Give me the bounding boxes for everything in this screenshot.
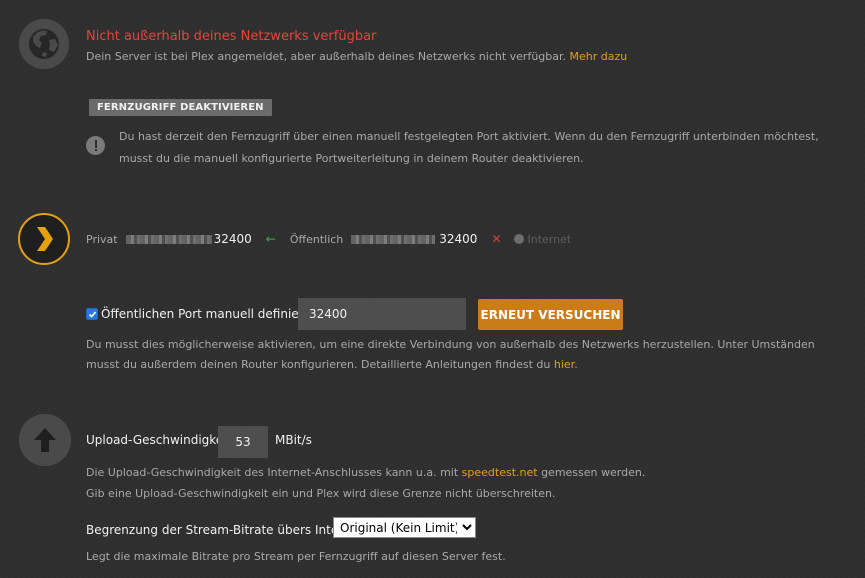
manual-port-label[interactable]: Öffentlichen Port manuell definieren — [101, 307, 318, 321]
bitrate-limit-label: Begrenzung der Stream-Bitrate übers Inte… — [86, 523, 363, 537]
manual-port-help-text: Du musst dies möglicherweise aktivieren,… — [86, 338, 815, 371]
remote-info-text: Du hast derzeit den Fernzugriff über ein… — [119, 130, 819, 165]
exclamation-icon — [86, 136, 105, 155]
manual-port-checkbox[interactable] — [86, 308, 98, 320]
manual-port-row: Öffentlichen Port manuell definieren — [86, 307, 318, 321]
upload-arrow-icon — [19, 414, 71, 466]
upload-desc-prefix: Die Upload-Geschwindigkeit des Internet-… — [86, 466, 459, 479]
arrow-left-icon: ← — [265, 232, 276, 246]
private-ip-redacted — [125, 234, 212, 244]
upload-speed-input[interactable]: 53 — [218, 426, 268, 458]
upload-description: Die Upload-Geschwindigkeit des Internet-… — [86, 462, 645, 504]
ports-row: Privat 32400 ← Öffentlich 32400 ✕ Intern… — [86, 232, 571, 246]
speedtest-link[interactable]: speedtest.net — [462, 466, 538, 479]
public-port-input[interactable]: 32400 — [298, 298, 466, 330]
plex-logo-icon — [18, 213, 70, 265]
remote-status-title: Nicht außerhalb deines Netzwerks verfügb… — [86, 29, 377, 44]
public-ip-redacted — [351, 234, 436, 244]
bitrate-limit-select[interactable]: Original (Kein Limit) — [333, 517, 476, 538]
globe-icon — [19, 19, 69, 69]
bitrate-description: Legt die maximale Bitrate pro Stream per… — [86, 550, 506, 563]
manual-port-help: Du musst dies möglicherweise aktivieren,… — [86, 338, 815, 371]
more-info-link[interactable]: Mehr dazu — [570, 50, 628, 63]
remote-status-text: Dein Server ist bei Plex angemeldet, abe… — [86, 50, 567, 63]
upload-speed-unit: MBit/s — [275, 433, 312, 447]
upload-description-line2: Gib eine Upload-Geschwindigkeit ein und … — [86, 487, 556, 500]
upload-speed-label: Upload-Geschwindigkeit — [86, 433, 232, 447]
upload-desc-suffix: gemessen werden. — [541, 466, 646, 479]
private-label: Privat — [86, 232, 118, 246]
close-icon: ✕ — [491, 232, 502, 246]
globe-small-icon — [513, 234, 524, 244]
retry-button[interactable]: ERNEUT VERSUCHEN — [478, 299, 623, 330]
public-port: 32400 — [439, 232, 478, 246]
remote-status-subtitle: Dein Server ist bei Plex angemeldet, abe… — [86, 50, 627, 63]
instructions-link[interactable]: hier — [554, 358, 574, 371]
private-port: 32400 — [213, 232, 252, 246]
public-label: Öffentlich — [289, 232, 344, 246]
internet-label: Internet — [527, 232, 572, 246]
upload-description-line1: Die Upload-Geschwindigkeit des Internet-… — [86, 462, 645, 483]
disable-remote-access-button[interactable]: FERNZUGRIFF DEAKTIVIEREN — [89, 99, 272, 116]
